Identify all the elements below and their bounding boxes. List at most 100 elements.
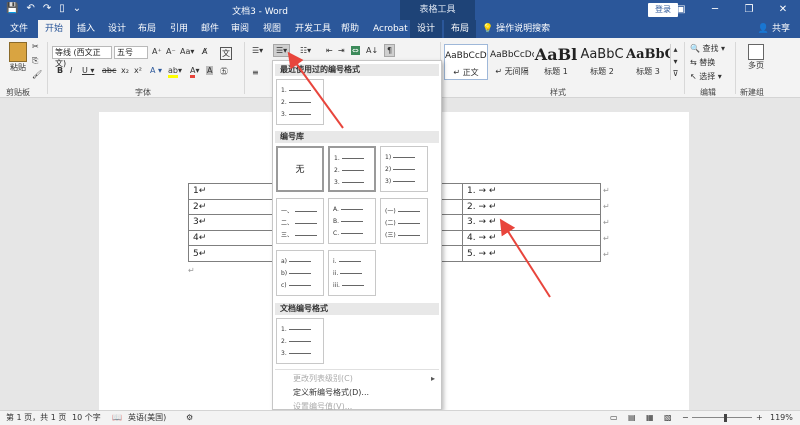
tab-layout[interactable]: 布局 xyxy=(131,20,163,38)
tab-acrobat[interactable]: Acrobat xyxy=(366,20,415,38)
tell-me-search[interactable]: 💡 操作说明搜索 xyxy=(482,20,550,38)
clear-format-icon[interactable]: A̸ xyxy=(202,47,207,56)
multilevel-list-icon[interactable]: ☷▾ xyxy=(300,46,311,55)
zoom-level[interactable]: 119% xyxy=(770,411,793,425)
table-cell[interactable]: 5. → ↵ xyxy=(462,245,601,262)
chinese-layout-icon[interactable]: ⇔ xyxy=(351,46,360,55)
print-layout-icon[interactable]: ▦ xyxy=(646,411,654,425)
ribbon-display-icon[interactable]: ▣ xyxy=(664,0,698,20)
tab-home[interactable]: 开始 xyxy=(38,20,71,38)
replace-button[interactable]: ⇆ 替换 xyxy=(690,57,715,68)
enclose-char-icon[interactable]: ㊄ xyxy=(220,66,228,77)
table-cell[interactable]: 4↵ xyxy=(188,229,277,247)
style-heading-2[interactable]: AaBbC 标题 2 xyxy=(580,44,624,80)
font-name-combo[interactable]: 等线 (西文正文) xyxy=(52,46,112,68)
window-controls: ▣ ─ ❐ ✕ xyxy=(664,0,800,20)
multipage-button[interactable]: 多页 xyxy=(745,44,767,71)
newgroup-label: 新建组 xyxy=(740,88,764,97)
tab-developer[interactable]: 开发工具 xyxy=(288,20,338,38)
numbering-tile-none[interactable]: 无 xyxy=(276,146,324,192)
tab-table-design[interactable]: 设计 xyxy=(410,20,443,38)
italic-icon[interactable]: I xyxy=(70,66,72,75)
numbering-tile-document[interactable]: 1. 2. 3. xyxy=(276,318,324,364)
font-size-combo[interactable]: 五号 xyxy=(114,46,148,59)
style-normal[interactable]: AaBbCcDc ↵ 正文 xyxy=(444,44,488,80)
language[interactable]: 英语(美国) xyxy=(128,411,166,425)
bold-icon[interactable]: B xyxy=(57,66,63,75)
minimize-icon[interactable]: ─ xyxy=(698,0,732,20)
close-icon[interactable]: ✕ xyxy=(766,0,800,20)
text-effects-icon[interactable]: A ▾ xyxy=(150,66,162,75)
numbering-icon[interactable]: ☰▾ xyxy=(273,44,291,57)
zoom-in-icon[interactable]: + xyxy=(756,411,763,425)
focus-mode-icon[interactable]: ▭ xyxy=(610,411,618,425)
tab-references[interactable]: 引用 xyxy=(163,20,195,38)
table-cell[interactable]: 3. → ↵ xyxy=(462,214,601,231)
change-case-icon[interactable]: Aa▾ xyxy=(180,47,194,56)
char-border-icon[interactable]: 文 xyxy=(220,47,232,60)
bullets-icon[interactable]: ☰▾ xyxy=(252,46,263,55)
increase-indent-icon[interactable]: ⇥ xyxy=(338,46,345,55)
change-list-level-item[interactable]: 更改列表级别(C) ▸ xyxy=(275,372,439,385)
tab-table-layout[interactable]: 布局 xyxy=(444,20,477,38)
cut-icon[interactable]: ✂ xyxy=(32,42,39,51)
style-heading-3[interactable]: AaBbC 标题 3 xyxy=(626,44,670,80)
read-mode-icon[interactable]: ▤ xyxy=(628,411,636,425)
proofing-icon[interactable]: 📖 xyxy=(112,411,122,425)
numbering-tile-decimal-paren[interactable]: 1) 2) 3) xyxy=(380,146,428,192)
format-painter-icon[interactable]: 🖌 xyxy=(32,70,42,79)
numbering-tile-chinese[interactable]: 一、 二、 三、 xyxy=(276,198,324,244)
strikethrough-icon[interactable]: abc xyxy=(102,66,116,75)
web-layout-icon[interactable]: ▧ xyxy=(664,411,672,425)
char-shading-icon[interactable]: A xyxy=(206,66,214,75)
find-button[interactable]: 🔍 查找 ▾ xyxy=(690,43,725,54)
align-left-icon[interactable]: ≡ xyxy=(252,68,259,77)
numbering-tile-lower-alpha[interactable]: a) b) c) xyxy=(276,250,324,296)
zoom-slider-thumb[interactable] xyxy=(724,414,727,422)
select-button[interactable]: ↖ 选择 ▾ xyxy=(690,71,722,82)
highlight-icon[interactable]: ab▾ xyxy=(168,66,182,78)
shrink-font-icon[interactable]: A⁻ xyxy=(166,47,176,56)
restore-icon[interactable]: ❐ xyxy=(732,0,766,20)
tab-mailings[interactable]: 邮件 xyxy=(194,20,226,38)
font-color-icon[interactable]: A▾ xyxy=(190,66,200,78)
tab-view[interactable]: 视图 xyxy=(256,20,288,38)
decrease-indent-icon[interactable]: ⇤ xyxy=(326,46,333,55)
table-cell[interactable]: 2. → ↵ xyxy=(462,198,601,216)
accessibility-icon[interactable]: ⚙ xyxy=(186,411,193,425)
tab-design[interactable]: 设计 xyxy=(101,20,133,38)
numbering-tile-lower-roman[interactable]: i. ii. iii. xyxy=(328,250,376,296)
tab-review[interactable]: 审阅 xyxy=(224,20,256,38)
word-count[interactable]: 10 个字 xyxy=(72,411,101,425)
sort-icon[interactable]: A↓ xyxy=(366,46,378,55)
underline-icon[interactable]: U ▾ xyxy=(82,66,94,75)
clipboard-group-label: 剪贴板 xyxy=(6,88,30,97)
table-cell[interactable]: 1↵ xyxy=(188,183,277,200)
numbering-tile-upper-alpha[interactable]: A. B. C. xyxy=(328,198,376,244)
table-cell[interactable]: 5↵ xyxy=(188,245,277,262)
numbering-tile-recent[interactable]: 1. 2. 3. xyxy=(276,79,324,125)
show-marks-icon[interactable]: ¶ xyxy=(384,44,396,57)
tab-help[interactable]: 帮助 xyxy=(334,20,366,38)
numbering-tile-chinese-paren[interactable]: (一) (二) (三) xyxy=(380,198,428,244)
paste-button[interactable]: 粘贴 xyxy=(6,42,30,73)
share-button[interactable]: 👤 共享 xyxy=(758,20,790,38)
define-new-number-format-item[interactable]: 定义新编号格式(D)... xyxy=(275,386,439,399)
style-no-spacing[interactable]: AaBbCcDc ↵ 无间隔 xyxy=(490,44,534,80)
grow-font-icon[interactable]: A⁺ xyxy=(152,47,162,56)
style-heading-1[interactable]: AaBl 标题 1 xyxy=(534,44,578,80)
superscript-icon[interactable]: x² xyxy=(134,66,142,75)
tab-insert[interactable]: 插入 xyxy=(70,20,102,38)
styles-gallery-scroll[interactable]: ▴ ▾ ⊽ xyxy=(670,44,680,80)
numbering-tile-decimal-dot[interactable]: 1. 2. 3. xyxy=(328,146,376,192)
zoom-out-icon[interactable]: − xyxy=(682,411,689,425)
table-cell[interactable]: 1. → ↵ xyxy=(462,183,601,200)
table-cell[interactable]: 4. → ↵ xyxy=(462,229,601,247)
table-cell[interactable]: 3↵ xyxy=(188,214,277,231)
subscript-icon[interactable]: x₂ xyxy=(121,66,129,75)
copy-icon[interactable]: ⎘ xyxy=(32,56,38,66)
tab-file[interactable]: 文件 xyxy=(3,20,35,38)
page-count[interactable]: 第 1 页，共 1 页 xyxy=(6,411,66,425)
table-cell[interactable]: 2↵ xyxy=(188,198,277,216)
zoom-slider[interactable] xyxy=(692,417,752,418)
